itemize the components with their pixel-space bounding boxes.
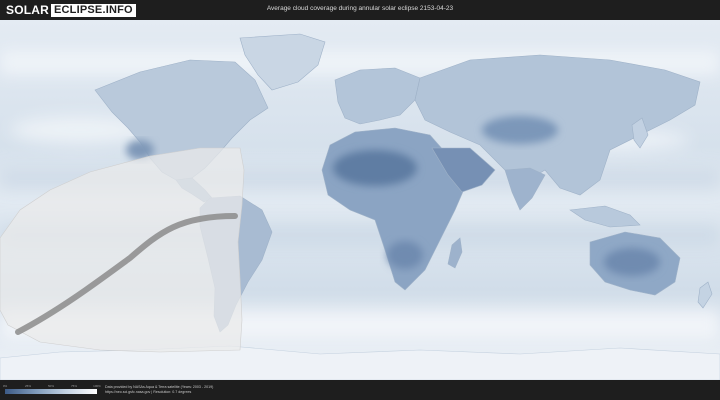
legend-tick: 50% <box>47 384 55 388</box>
legend-tick: 0% <box>2 384 8 388</box>
page-title: Average cloud coverage during annular so… <box>266 5 454 12</box>
credits-url[interactable]: https://neo.sci.gsfc.nasa.gov | Resoluti… <box>105 390 213 395</box>
legend-tick: 100% <box>93 384 101 388</box>
legend-tick: 75% <box>70 384 78 388</box>
map-svg <box>0 20 720 380</box>
cloud-coverage-legend-bar <box>5 389 97 394</box>
legend-ticks: 0% 25% 50% 75% 100% <box>2 384 101 388</box>
data-credits: Data provided by NASAs Aqua & Terra sate… <box>105 385 213 395</box>
cloud-coverage-map <box>0 20 720 380</box>
top-bar: SOLAR ECLIPSE.INFO Average cloud coverag… <box>0 0 720 20</box>
legend-tick: 25% <box>24 384 32 388</box>
